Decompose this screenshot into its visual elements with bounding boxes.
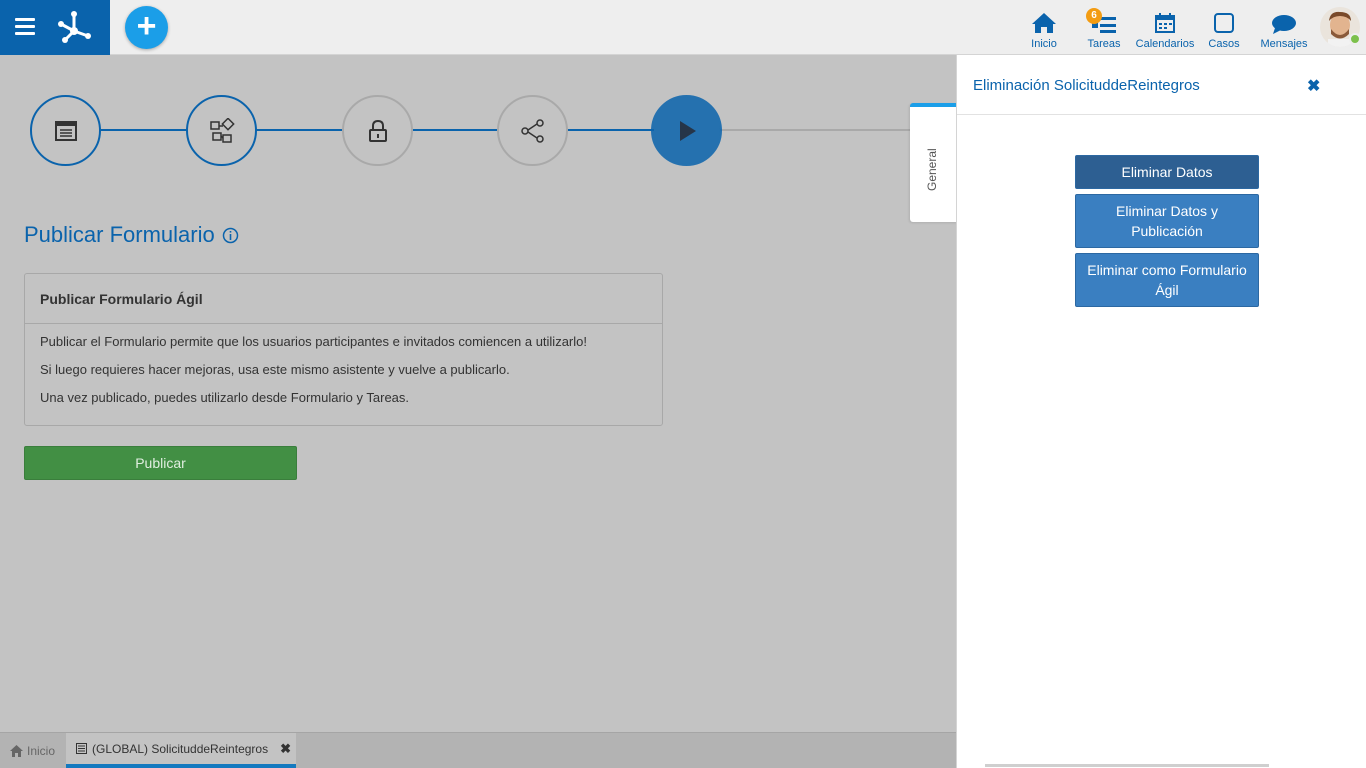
page-title: Publicar Formulario (24, 222, 215, 247)
form-icon (54, 120, 77, 141)
nav-label: Casos (1208, 38, 1240, 50)
calendar-icon (1155, 13, 1175, 33)
card-body: Publicar el Formulario permite que los u… (25, 334, 662, 405)
bottom-tab-bar: Inicio (GLOBAL) SolicituddeReintegros ✖ (0, 732, 956, 768)
step-workflow[interactable] (186, 95, 257, 166)
step-form[interactable] (30, 95, 101, 166)
step-connector (566, 129, 654, 131)
tab-document[interactable]: (GLOBAL) SolicituddeReintegros ✖ (66, 733, 296, 768)
delete-panel: Eliminación SolicituddeReintegros ✖ Elim… (956, 55, 1366, 768)
close-icon[interactable]: ✖ (280, 741, 291, 757)
publish-button[interactable]: Publicar (24, 446, 297, 480)
nav-label: Tareas (1087, 38, 1121, 50)
delete-data-and-publication-button[interactable]: Eliminar Datos y Publicación (1075, 194, 1259, 248)
cases-icon (1214, 13, 1234, 33)
step-security[interactable] (342, 95, 413, 166)
close-icon[interactable]: ✖ (1307, 76, 1320, 96)
top-bar: + Inicio 6 Tareas Calendarios Casos Mens… (0, 0, 1366, 55)
step-connector (100, 129, 188, 131)
tab-label: Inicio (27, 743, 56, 758)
share-icon (520, 118, 544, 143)
workflow-icon (209, 117, 235, 143)
nav-label: Mensajes (1260, 38, 1308, 50)
menu-icon[interactable] (15, 18, 35, 36)
messages-icon (1272, 15, 1296, 34)
home-icon (1032, 13, 1056, 33)
tab-label: General (925, 148, 939, 191)
card-heading: Publicar Formulario Ágil (25, 274, 662, 324)
tasks-badge: 6 (1086, 8, 1102, 24)
delete-as-agile-form-button[interactable]: Eliminar como Formulario Ágil (1075, 253, 1259, 307)
panel-header: Eliminación SolicituddeReintegros ✖ (957, 55, 1366, 115)
publish-info-card: Publicar Formulario Ágil Publicar el For… (24, 273, 663, 426)
delete-data-button[interactable]: Eliminar Datos (1075, 155, 1259, 189)
lock-icon (368, 119, 387, 142)
step-share[interactable] (497, 95, 568, 166)
home-icon (10, 744, 23, 757)
nav-label: Inicio (1031, 38, 1057, 50)
panel-title: Eliminación SolicituddeReintegros (973, 77, 1200, 94)
form-icon (76, 743, 87, 754)
play-icon (679, 120, 696, 141)
nav-label: Calendarios (1135, 38, 1195, 50)
info-icon[interactable] (222, 227, 239, 244)
logo-icon[interactable] (55, 8, 93, 46)
nav-inicio[interactable]: Inicio (1030, 0, 1058, 55)
step-connector (256, 129, 344, 131)
card-text-line: Si luego requieres hacer mejoras, usa es… (40, 362, 510, 377)
nav-mensajes[interactable]: Mensajes (1260, 0, 1308, 55)
card-text-line: Una vez publicado, puedes utilizarlo des… (40, 390, 410, 405)
step-connector (411, 129, 499, 131)
tab-label: (GLOBAL) SolicituddeReintegros (92, 741, 269, 756)
panel-scrollbar[interactable] (985, 764, 1269, 767)
tab-general[interactable]: General (910, 103, 958, 222)
nav-tareas[interactable]: 6 Tareas (1086, 0, 1122, 55)
add-button[interactable]: + (125, 6, 168, 49)
brand-area (0, 0, 110, 55)
wizard-steps (30, 95, 956, 167)
step-publish[interactable] (651, 95, 722, 166)
nav-casos[interactable]: Casos (1208, 0, 1240, 55)
nav-calendarios[interactable]: Calendarios (1136, 0, 1194, 55)
card-text-line: Publicar el Formulario permite que los u… (40, 334, 587, 349)
online-status-dot (1349, 33, 1361, 45)
tab-home[interactable]: Inicio (0, 733, 65, 768)
